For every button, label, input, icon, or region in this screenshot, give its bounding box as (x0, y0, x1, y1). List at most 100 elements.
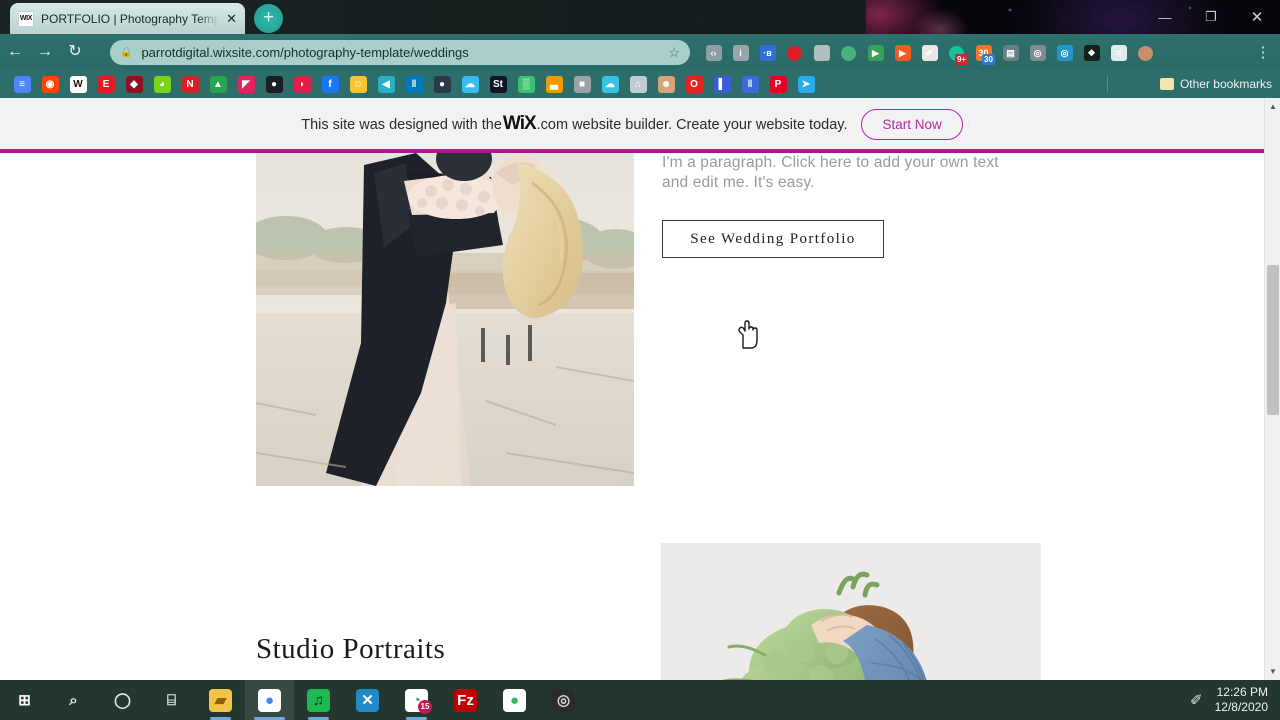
bookmark-red-flag[interactable]: ◤ (232, 70, 260, 98)
bookmark-opera[interactable]: O (680, 70, 708, 98)
grey-leaf-extension-icon-glyph (813, 45, 830, 61)
notifications-app-icon[interactable]: ◔ 15 (392, 680, 441, 720)
bookmark-red-bird[interactable]: ◗ (288, 70, 316, 98)
bookmark-duolingo[interactable]: ◕ (148, 70, 176, 98)
bookmark-docs[interactable]: ≡ (8, 70, 36, 98)
camera-extension-icon[interactable]: ◎ (1024, 40, 1051, 66)
taskbar-clock[interactable]: 12:26 PM 12/8/2020 (1215, 685, 1268, 715)
bookmark-google-drive[interactable]: ▲ (204, 70, 232, 98)
bookmark-reddit-icon: ◉ (41, 75, 59, 93)
bookmark-wikipedia[interactable]: W (64, 70, 92, 98)
bookmark-cloud-icon: ☁ (461, 75, 479, 93)
task-view-icon-glyph: ⌸ (166, 691, 176, 709)
url-text[interactable]: parrotdigital.wixsite.com/photography-te… (141, 45, 659, 60)
bookmark-facebook[interactable]: f (316, 70, 344, 98)
pen-tray-icon[interactable]: ✐ (1190, 691, 1203, 709)
bookmark-trello[interactable]: ‖ (400, 70, 428, 98)
file-explorer-icon[interactable]: ▰ (196, 680, 245, 720)
grey-leaf-extension-icon[interactable] (808, 40, 835, 66)
bookmark-blue-doc[interactable]: ▌ (708, 70, 736, 98)
bookmark-lock[interactable]: ■ (568, 70, 596, 98)
scroll-up-arrow-icon[interactable]: ▲ (1265, 98, 1280, 115)
bookmark-cloud[interactable]: ☁ (456, 70, 484, 98)
bookmark-stackoverflow-icon: St (489, 75, 507, 93)
start-now-button[interactable]: Start Now (861, 108, 963, 140)
bookmark-pinterest-icon: P (769, 75, 787, 93)
start-button[interactable]: ⊞ (0, 680, 49, 720)
scroll-down-arrow-icon[interactable]: ▼ (1265, 663, 1280, 680)
spotify-icon[interactable]: ♫ (294, 680, 343, 720)
devtools-code-icon[interactable]: ‹› (700, 40, 727, 66)
eyedropper-extension-icon[interactable]: ✐ (916, 40, 943, 66)
filezilla-icon[interactable]: Fz (441, 680, 490, 720)
green-swirl-extension-icon-glyph (841, 45, 856, 61)
back-icon[interactable]: ← (0, 44, 30, 60)
see-wedding-portfolio-button[interactable]: See Wedding Portfolio (662, 220, 884, 258)
bookmark-barcode[interactable]: ‖ (736, 70, 764, 98)
bookmark-grid-icon: ▒ (517, 75, 535, 93)
bookmark-red-diamond[interactable]: ◆ (120, 70, 148, 98)
search-icon[interactable]: ⌕ (49, 680, 98, 720)
calendar-extension-icon[interactable]: 30 30 (970, 40, 997, 66)
bookmark-teal-arrow[interactable]: ◀ (372, 70, 400, 98)
adblock-extension-icon[interactable] (781, 40, 808, 66)
green-flag-extension-icon[interactable]: ▶ (862, 40, 889, 66)
mouse-cursor (735, 320, 758, 349)
bookmark-grid[interactable]: ▒ (512, 70, 540, 98)
grammarly-extension-icon[interactable]: 9+ (943, 40, 970, 66)
cortana-icon[interactable]: ◯ (98, 680, 147, 720)
lightshot-extension-icon[interactable]: ◎ (1051, 40, 1078, 66)
chrome-browser-window: WIX PORTFOLIO | Photography Temp ✕ + — ❐… (0, 0, 1280, 680)
bookmark-evernote-e[interactable]: E (92, 70, 120, 98)
orange-arrow-extension-icon[interactable]: ▶ (889, 40, 916, 66)
chrome-menu-icon[interactable]: ⋮ (1252, 40, 1274, 66)
bookmark-reddit[interactable]: ◉ (36, 70, 64, 98)
reload-icon[interactable]: ↻ (60, 44, 90, 60)
scrollbar-thumb[interactable] (1267, 265, 1279, 415)
wix-banner-text: This site was designed with the WiX .com… (301, 113, 847, 135)
bookmark-github[interactable]: ● (260, 70, 288, 98)
close-window-icon[interactable]: ✕ (1234, 0, 1280, 34)
bookmark-stackoverflow[interactable]: St (484, 70, 512, 98)
screen-capture-extension-icon[interactable]: ▤ (997, 40, 1024, 66)
playlist-extension-icon-glyph: ≡ (1110, 45, 1127, 61)
minimize-window-icon[interactable]: — (1142, 0, 1188, 34)
playlist-extension-icon[interactable]: ≡ (1105, 40, 1132, 66)
bookmark-face[interactable]: ☻ (652, 70, 680, 98)
page-scrollbar[interactable]: ▲ ▼ (1264, 98, 1280, 680)
evernote-icon[interactable]: ● (490, 680, 539, 720)
task-view-icon[interactable]: ⌸ (147, 680, 196, 720)
bookmark-star-icon[interactable]: ☆ (668, 45, 680, 61)
bookmark-telegram[interactable]: ➤ (792, 70, 820, 98)
green-swirl-extension-icon[interactable] (835, 40, 862, 66)
wix-favicon: WIX (18, 10, 34, 27)
close-tab-icon[interactable]: ✕ (226, 12, 237, 25)
bookmark-trello-icon: ‖ (405, 75, 423, 93)
google-chrome-icon-glyph: ● (258, 688, 281, 712)
wix-banner-text-before: This site was designed with the (301, 117, 502, 133)
adblock-extension-icon-glyph (787, 45, 802, 61)
google-chrome-icon[interactable]: ● (245, 680, 294, 720)
new-tab-button[interactable]: + (254, 4, 283, 33)
profile-avatar-icon-glyph (1138, 45, 1153, 61)
bookmark-pinterest[interactable]: P (764, 70, 792, 98)
bookmark-analytics[interactable]: ▃ (540, 70, 568, 98)
obs-studio-icon[interactable]: ◎ (539, 680, 588, 720)
puzzle-extensions-icon[interactable]: ❖ (1078, 40, 1105, 66)
bookmark-yellow-person[interactable]: ☺ (344, 70, 372, 98)
bookmark-netflix[interactable]: N (176, 70, 204, 98)
bookmark-owl[interactable]: ● (428, 70, 456, 98)
profile-avatar-icon[interactable] (1132, 40, 1159, 66)
forward-icon[interactable]: → (30, 44, 60, 60)
file-explorer-icon-glyph: ▰ (209, 688, 232, 712)
info-extension-icon[interactable]: i (727, 40, 754, 66)
bitly-extension-icon[interactable]: ·ʙ (754, 40, 781, 66)
browser-tab-portfolio[interactable]: WIX PORTFOLIO | Photography Temp ✕ (10, 3, 245, 34)
vs-code-icon[interactable]: ✕ (343, 680, 392, 720)
other-bookmarks-button[interactable]: Other bookmarks (1159, 70, 1272, 98)
maximize-window-icon[interactable]: ❐ (1188, 0, 1234, 34)
bookmark-blue-cloud[interactable]: ☁ (596, 70, 624, 98)
folder-icon (1159, 78, 1174, 90)
bookmark-store[interactable]: ⌂ (624, 70, 652, 98)
address-bar[interactable]: 🔒 parrotdigital.wixsite.com/photography-… (110, 40, 690, 65)
